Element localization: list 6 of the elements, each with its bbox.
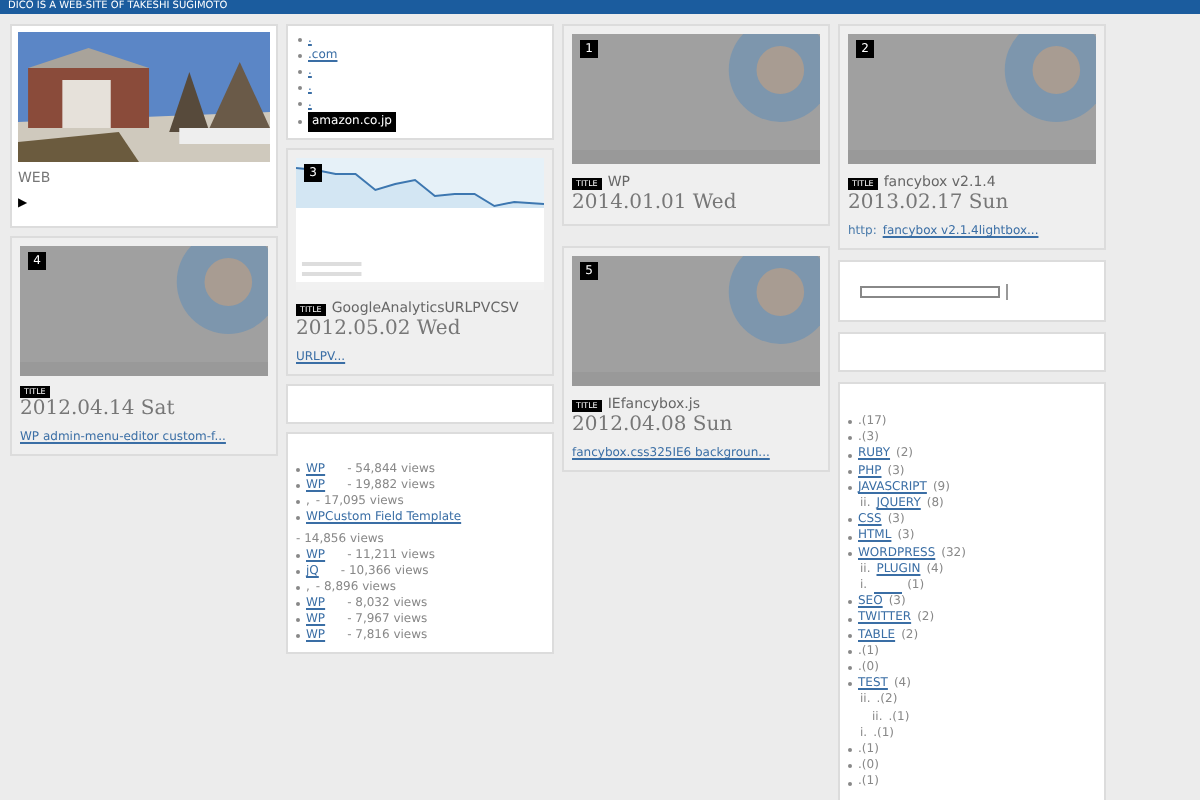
post-date: 2012.04.08 Sun xyxy=(572,414,735,438)
post-date: 2013.02.17 Sun xyxy=(848,192,1011,216)
post-date: 2014.01.01 Wed xyxy=(572,192,739,216)
search-field[interactable] xyxy=(860,285,1000,297)
post-date: 2012.04.14 Sat xyxy=(20,397,177,421)
post-date: 2012.05.02 Wed xyxy=(296,318,463,342)
